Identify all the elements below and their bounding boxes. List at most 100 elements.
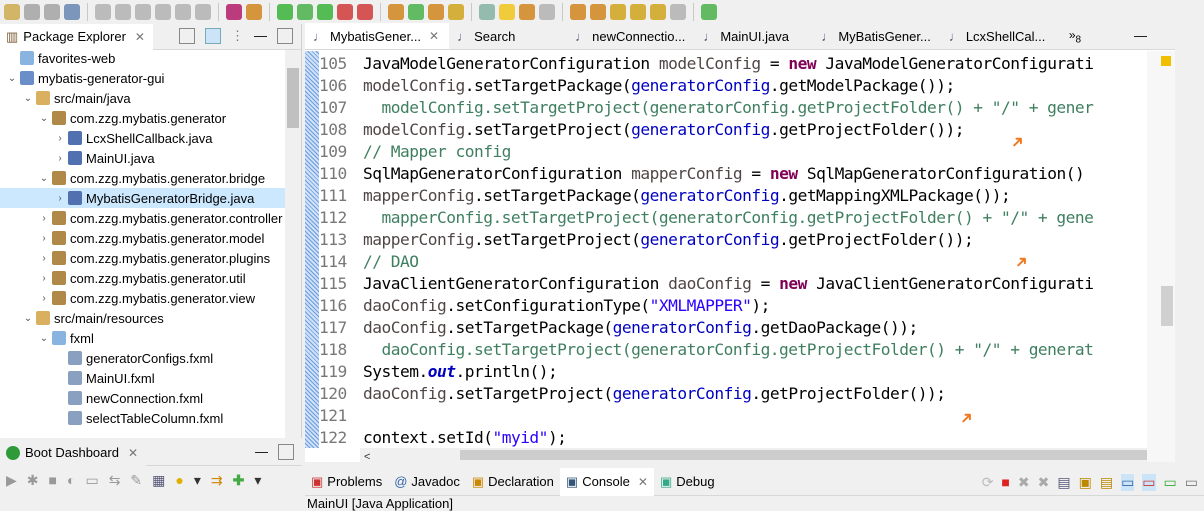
editor-hscrollbar[interactable]: < — [360, 448, 1160, 463]
tree-node[interactable]: › com.zzg.mybatis.generator.util — [0, 268, 286, 288]
tree-node[interactable]: generatorConfigs.fxml — [0, 348, 286, 368]
package-explorer-tab[interactable]: ▥ Package Explorer ✕ — [0, 23, 153, 50]
editor-tab[interactable]: ♩ MybatisGener... ✕ — [305, 23, 450, 49]
add-icon[interactable]: ✚ — [233, 472, 245, 489]
terminate-icon[interactable]: ■ — [1001, 474, 1009, 491]
toolbar-button-icon[interactable] — [448, 4, 464, 20]
toolbar-button-icon[interactable] — [610, 4, 626, 20]
editor-tab[interactable]: ♩ MainUI.java — [695, 23, 813, 49]
toolbar-button-icon[interactable] — [650, 4, 666, 20]
more-tabs-button[interactable]: »8 — [1059, 28, 1081, 49]
chevron-right-icon[interactable]: › — [54, 133, 66, 144]
toolbar-button-icon[interactable] — [670, 4, 686, 20]
dropdown-icon[interactable]: ▾ — [254, 472, 261, 489]
word-wrap-icon[interactable]: ▤ — [1100, 474, 1113, 491]
tree-node[interactable]: ⌄ fxml — [0, 328, 286, 348]
boot-dashboard-tab[interactable]: Boot Dashboard ✕ — [0, 439, 147, 466]
edit-icon[interactable]: ✎ — [130, 472, 142, 489]
tree-node[interactable]: › LcxShellCallback.java — [0, 128, 286, 148]
panel-tab-javadoc[interactable]: @ Javadoc — [388, 468, 466, 496]
close-icon[interactable]: ✕ — [135, 30, 145, 44]
chevron-right-icon[interactable]: › — [38, 213, 50, 224]
panel-tab-debug[interactable]: ▣ Debug — [654, 468, 721, 496]
chevron-down-icon[interactable]: ⌄ — [22, 93, 34, 104]
chevron-right-icon[interactable]: › — [38, 253, 50, 264]
editor-tab[interactable]: ♩ newConnectio... — [567, 23, 695, 49]
toolbar-button-icon[interactable] — [277, 4, 293, 20]
restart-icon[interactable]: ◐ — [67, 472, 75, 489]
collapse-all-icon[interactable] — [179, 28, 195, 44]
toolbar-button-icon[interactable] — [226, 4, 242, 20]
stop-icon[interactable]: ■ — [49, 472, 57, 489]
lightbulb-icon[interactable]: ● — [175, 472, 183, 489]
tree-node[interactable]: › com.zzg.mybatis.generator.controller — [0, 208, 286, 228]
tree-node[interactable]: › com.zzg.mybatis.generator.model — [0, 228, 286, 248]
toolbar-button-icon[interactable] — [95, 4, 111, 20]
open-console-icon[interactable]: ▭ — [1185, 474, 1198, 491]
tree-node[interactable]: ⌄ mybatis-generator-gui — [0, 68, 286, 88]
dropdown-icon[interactable]: ▾ — [194, 472, 201, 489]
close-icon[interactable]: ✕ — [638, 475, 648, 489]
toolbar-button-icon[interactable] — [195, 4, 211, 20]
chevron-down-icon[interactable]: ⌄ — [38, 173, 50, 184]
close-icon[interactable]: ✕ — [128, 446, 138, 460]
toolbar-button-icon[interactable] — [135, 4, 151, 20]
tree-node[interactable]: › com.zzg.mybatis.generator.view — [0, 288, 286, 308]
chevron-right-icon[interactable]: › — [54, 153, 66, 164]
scroll-lock-icon[interactable]: ▣ — [1079, 474, 1092, 491]
tree-node[interactable]: favorites-web — [0, 48, 286, 68]
chevron-down-icon[interactable]: ⌄ — [22, 313, 34, 324]
link-with-editor-icon[interactable] — [205, 28, 221, 44]
toolbar-button-icon[interactable] — [590, 4, 606, 20]
table-icon[interactable]: ▦ — [152, 472, 165, 489]
toolbar-button-icon[interactable] — [24, 4, 40, 20]
maximize-icon[interactable] — [278, 444, 294, 460]
chevron-right-icon[interactable]: › — [38, 233, 50, 244]
show-on-stderr-icon[interactable]: ▭ — [1142, 474, 1156, 491]
tree-node[interactable]: › MainUI.java — [0, 148, 286, 168]
toolbar-button-icon[interactable] — [4, 4, 20, 20]
toolbar-button-icon[interactable] — [630, 4, 646, 20]
tree-node[interactable]: ⌄ src/main/java — [0, 88, 286, 108]
start-icon[interactable]: ▶ — [6, 472, 17, 489]
panel-tab-problems[interactable]: ▣ Problems — [305, 468, 388, 496]
toolbar-button-icon[interactable] — [297, 4, 313, 20]
code-area[interactable]: 105 JavaModelGeneratorConfiguration model… — [319, 54, 1147, 450]
toolbar-button-icon[interactable] — [570, 4, 586, 20]
view-menu-icon[interactable]: ⋮ — [231, 28, 244, 44]
overview-ruler[interactable] — [1147, 51, 1175, 462]
debug-icon[interactable]: ✱ — [27, 472, 39, 489]
editor-tab[interactable]: ♩ Search — [449, 23, 567, 49]
tree-node[interactable]: ⌄ src/main/resources — [0, 308, 286, 328]
minimize-icon[interactable]: — — [1134, 28, 1147, 43]
minimize-icon[interactable]: — — [255, 444, 268, 460]
close-icon[interactable]: ✕ — [429, 29, 439, 43]
filter-icon[interactable]: ⇉ — [211, 472, 223, 489]
pin-icon[interactable]: ⟳ — [982, 474, 994, 491]
chevron-right-icon[interactable]: › — [38, 293, 50, 304]
chevron-down-icon[interactable]: ⌄ — [38, 113, 50, 124]
maximize-icon[interactable] — [277, 28, 293, 44]
toolbar-button-icon[interactable] — [408, 4, 424, 20]
remove-all-icon[interactable]: ✖ — [1038, 474, 1050, 491]
toolbar-button-icon[interactable] — [701, 4, 717, 20]
toolbar-button-icon[interactable] — [115, 4, 131, 20]
pin-console-icon[interactable]: ▭ — [1164, 474, 1177, 491]
chevron-down-icon[interactable]: ⌄ — [38, 333, 50, 344]
tree-node[interactable]: › com.zzg.mybatis.generator.plugins — [0, 248, 286, 268]
remove-launch-icon[interactable]: ✖ — [1018, 474, 1030, 491]
tree-node[interactable]: MainUI.fxml — [0, 368, 286, 388]
chevron-down-icon[interactable]: ⌄ — [6, 73, 18, 84]
toolbar-button-icon[interactable] — [428, 4, 444, 20]
toolbar-button-icon[interactable] — [317, 4, 333, 20]
toolbar-button-icon[interactable] — [337, 4, 353, 20]
toolbar-button-icon[interactable] — [64, 4, 80, 20]
tree-node[interactable]: › MybatisGeneratorBridge.java — [0, 188, 286, 208]
toolbar-button-icon[interactable] — [479, 4, 495, 20]
toolbar-button-icon[interactable] — [44, 4, 60, 20]
chevron-right-icon[interactable]: › — [38, 273, 50, 284]
toolbar-button-icon[interactable] — [246, 4, 262, 20]
tree-scrollbar[interactable] — [285, 50, 301, 438]
toolbar-button-icon[interactable] — [499, 4, 515, 20]
toolbar-button-icon[interactable] — [539, 4, 555, 20]
